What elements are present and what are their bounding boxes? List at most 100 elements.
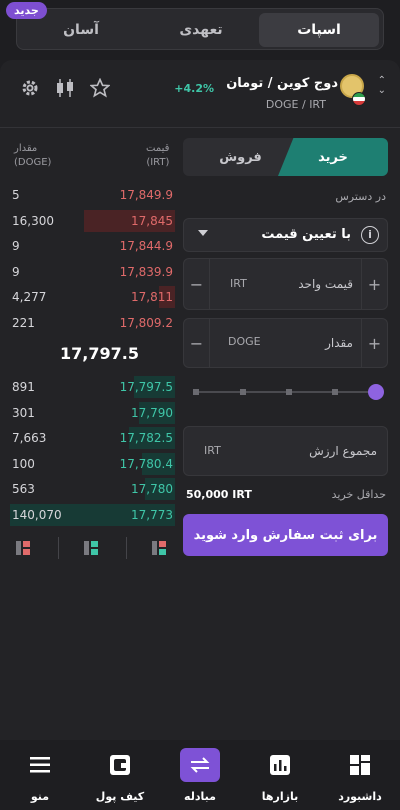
- order-price: 17,849.9: [119, 188, 173, 202]
- slider-step[interactable]: [286, 389, 292, 395]
- ask-row[interactable]: 9 17,844.9: [10, 235, 175, 257]
- order-amount: 7,663: [12, 431, 47, 446]
- exchange-arrows-icon: [180, 748, 220, 782]
- order-price: 17,773: [131, 508, 173, 522]
- order-price: 17,797.5: [119, 380, 173, 394]
- ask-row[interactable]: 16,300 17,845: [10, 209, 175, 232]
- hamburger-menu-icon: [0, 750, 80, 780]
- exchange-icon-wrap: [160, 748, 240, 782]
- order-amount: 4,277: [12, 290, 47, 305]
- header-divider: [0, 127, 400, 128]
- price-header: قیمت (IRT): [146, 143, 170, 168]
- info-icon[interactable]: i: [361, 226, 379, 244]
- bid-row[interactable]: 891 17,797.5: [10, 376, 175, 398]
- nav-dashboard-label: داشبورد: [338, 790, 382, 803]
- tab-spot[interactable]: اسپات: [259, 13, 379, 47]
- slider-knob[interactable]: [368, 384, 384, 400]
- amount-slider[interactable]: [194, 391, 374, 393]
- order-price: 17,809.2: [119, 316, 173, 330]
- orderbook-bids-icon[interactable]: [84, 541, 98, 555]
- login-to-order-button[interactable]: برای ثبت سفارش وارد شوید: [183, 514, 388, 556]
- ask-row[interactable]: 4,277 17,811: [10, 286, 175, 309]
- min-buy-label: حداقل خرید: [331, 488, 386, 501]
- order-amount: 100: [12, 456, 35, 471]
- candlestick-icon[interactable]: [54, 78, 76, 103]
- order-type-label: با تعیین قیمت: [261, 227, 351, 242]
- min-buy-value: 50,000 IRT: [186, 488, 252, 501]
- amount-header: مقدار (DOGE): [14, 143, 52, 168]
- order-price: 17,780: [131, 482, 173, 497]
- nav-markets-label: بازارها: [261, 790, 299, 803]
- bid-row[interactable]: 301 17,790: [10, 401, 175, 424]
- minus-icon[interactable]: −: [184, 259, 210, 309]
- plus-icon[interactable]: +: [361, 319, 387, 367]
- order-amount: 140,070: [12, 508, 62, 522]
- plus-icon[interactable]: +: [361, 259, 387, 309]
- mid-price: 17,797.5: [60, 344, 139, 363]
- amount-field[interactable]: + مقدار DOGE −: [183, 318, 388, 368]
- order-amount: 221: [12, 316, 35, 330]
- nav-wallet-label: کیف پول: [95, 790, 145, 803]
- unit-price-label: قیمت واحد: [298, 277, 353, 291]
- bid-row[interactable]: 7,663 17,782.5: [10, 427, 175, 450]
- total-value-field[interactable]: مجموع ارزش IRT: [183, 426, 388, 476]
- caret-down-icon: [198, 230, 208, 236]
- buy-tab[interactable]: خرید: [278, 138, 388, 176]
- market-type-tabs: اسپات تعهدی آسان: [16, 8, 384, 50]
- markets-chart-icon: [240, 750, 320, 780]
- order-price: 17,839.9: [119, 264, 173, 279]
- minus-icon[interactable]: −: [184, 319, 210, 367]
- total-currency: IRT: [204, 444, 221, 457]
- nav-markets[interactable]: بازارها: [240, 750, 320, 803]
- gear-icon[interactable]: [20, 78, 40, 103]
- order-price: 17,782.5: [119, 431, 173, 446]
- total-label: مجموع ارزش: [309, 444, 377, 458]
- ask-row[interactable]: 9 17,839.9: [10, 261, 175, 283]
- unit-price-field[interactable]: + قیمت واحد IRT −: [183, 258, 388, 310]
- unit-price-currency: IRT: [230, 277, 247, 290]
- bid-row[interactable]: 100 17,780.4: [10, 452, 175, 475]
- bid-row[interactable]: 563 17,780: [10, 478, 175, 501]
- order-price: 17,811: [131, 290, 173, 305]
- star-icon[interactable]: [89, 77, 111, 103]
- iran-flag-icon: [352, 92, 366, 106]
- pair-symbol: DOGE / IRT: [265, 98, 326, 111]
- dashboard-icon: [320, 750, 400, 780]
- mode-divider: [58, 537, 59, 559]
- buy-sell-toggle: فروش خرید: [183, 138, 388, 176]
- ask-row[interactable]: 5 17,849.9: [10, 184, 175, 206]
- order-amount: 563: [12, 482, 35, 497]
- order-price: 17,845: [131, 213, 173, 228]
- nav-menu[interactable]: منو: [0, 750, 80, 803]
- order-price: 17,780.4: [119, 456, 173, 471]
- bottom-nav: داشبورد بازارها مبادله کیف پول منو: [0, 740, 400, 810]
- amount-currency: DOGE: [228, 335, 261, 348]
- order-amount: 891: [12, 380, 35, 394]
- nav-wallet[interactable]: کیف پول: [80, 750, 160, 803]
- orderbook-asks-bids-icon[interactable]: [16, 541, 30, 555]
- order-type-select[interactable]: i با تعیین قیمت: [183, 218, 388, 252]
- available-label: در دسترس: [335, 190, 386, 203]
- ask-row[interactable]: 221 17,809.2: [10, 312, 175, 334]
- nav-exchange-label: مبادله: [184, 790, 216, 803]
- slider-step[interactable]: [240, 389, 246, 395]
- nav-dashboard[interactable]: داشبورد: [320, 750, 400, 803]
- amount-label: مقدار: [325, 336, 353, 350]
- order-amount: 301: [12, 405, 35, 420]
- nav-exchange[interactable]: مبادله: [160, 748, 240, 803]
- nav-menu-label: منو: [30, 790, 50, 803]
- order-amount: 9: [12, 264, 20, 279]
- new-badge: جدید: [6, 2, 47, 19]
- order-amount: 16,300: [12, 213, 54, 228]
- bid-row[interactable]: 140,070 17,773: [10, 504, 175, 526]
- order-amount: 9: [12, 239, 20, 254]
- order-price: 17,790: [131, 405, 173, 420]
- orderbook-both-icon[interactable]: [152, 541, 166, 555]
- price-change: +4.2%: [174, 82, 214, 95]
- chevron-updown-icon[interactable]: ⌃ ⌄: [378, 76, 386, 96]
- slider-step[interactable]: [332, 389, 338, 395]
- slider-step[interactable]: [193, 389, 199, 395]
- tab-commitment[interactable]: تعهدی: [141, 13, 261, 47]
- pair-title[interactable]: دوج کوین / تومان: [226, 76, 338, 91]
- wallet-icon: [80, 750, 160, 780]
